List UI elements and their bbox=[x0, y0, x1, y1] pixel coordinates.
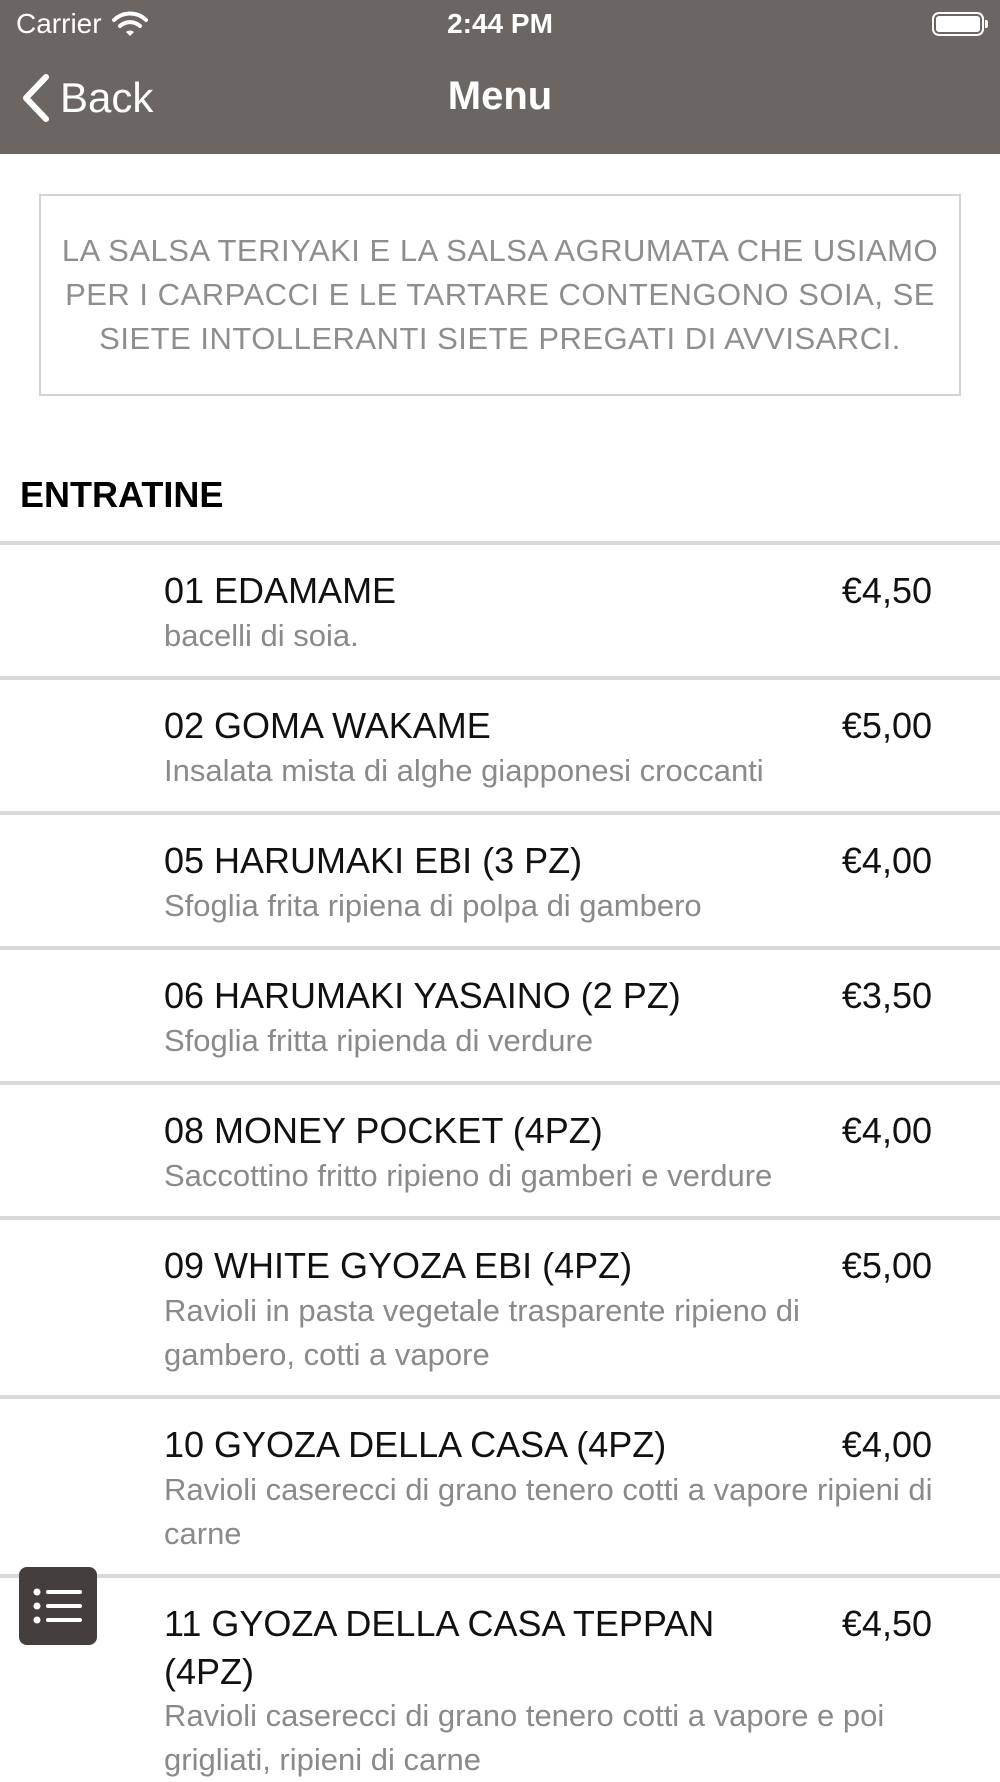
item-description: Sfoglia frita ripiena di polpa di gamber… bbox=[164, 888, 702, 923]
item-price: €5,00 bbox=[841, 705, 932, 746]
item-description: Saccottino fritto ripieno di gamberi e v… bbox=[164, 1158, 773, 1193]
item-description: Ravioli caserecci di grano tenero cotti … bbox=[164, 1698, 885, 1777]
menu-item[interactable]: 02 GOMA WAKAME €5,00 Insalata mista di a… bbox=[0, 680, 1000, 811]
item-description: Ravioli in pasta vegetale trasparente ri… bbox=[164, 1293, 800, 1372]
status-time: 2:44 PM bbox=[447, 8, 553, 39]
menu-categories-button[interactable] bbox=[19, 1567, 97, 1645]
item-price: €4,00 bbox=[841, 840, 932, 881]
item-price: €4,00 bbox=[841, 1424, 932, 1465]
top-bar: Carrier 2:44 PM Back Menu bbox=[0, 0, 1000, 154]
item-name: 01 EDAMAME bbox=[164, 570, 397, 611]
item-price: €4,00 bbox=[841, 1110, 932, 1151]
item-price: €4,50 bbox=[841, 570, 932, 611]
item-name: 11 GYOZA DELLA CASA TEPPAN (4PZ) bbox=[164, 1603, 715, 1692]
menu-item[interactable]: 05 HARUMAKI EBI (3 PZ) €4,00 Sfoglia fri… bbox=[0, 815, 1000, 946]
menu-item[interactable]: 01 EDAMAME €4,50 bacelli di soia. bbox=[0, 545, 1000, 676]
item-name: 09 WHITE GYOZA EBI (4PZ) bbox=[164, 1245, 633, 1286]
item-price: €4,50 bbox=[841, 1603, 932, 1644]
item-name: 08 MONEY POCKET (4PZ) bbox=[164, 1110, 603, 1151]
battery-icon bbox=[932, 12, 988, 36]
item-name: 10 GYOZA DELLA CASA (4PZ) bbox=[164, 1424, 667, 1465]
item-name: 02 GOMA WAKAME bbox=[164, 705, 491, 746]
item-description: Insalata mista di alghe giapponesi crocc… bbox=[164, 753, 764, 788]
status-bar: Carrier 2:44 PM bbox=[0, 0, 1000, 50]
allergy-notice: LA SALSA TERIYAKI E LA SALSA AGRUMATA CH… bbox=[39, 194, 961, 396]
item-price: €5,00 bbox=[841, 1245, 932, 1286]
navigation-bar: Back Menu bbox=[0, 62, 1000, 140]
menu-item[interactable]: 09 WHITE GYOZA EBI (4PZ) €5,00 Ravioli i… bbox=[0, 1220, 1000, 1395]
item-description: Ravioli caserecci di grano tenero cotti … bbox=[164, 1472, 933, 1551]
item-description: bacelli di soia. bbox=[164, 618, 359, 653]
section-title: ENTRATINE bbox=[20, 474, 224, 515]
item-price: €3,50 bbox=[841, 975, 932, 1016]
item-description: Sfoglia fritta ripienda di verdure bbox=[164, 1023, 594, 1058]
list-icon bbox=[33, 1588, 82, 1624]
menu-item[interactable]: 08 MONEY POCKET (4PZ) €4,00 Saccottino f… bbox=[0, 1085, 1000, 1216]
page-title: Menu bbox=[447, 74, 553, 118]
menu-item[interactable]: 10 GYOZA DELLA CASA (4PZ) €4,00 Ravioli … bbox=[0, 1399, 1000, 1574]
menu-item[interactable]: 06 HARUMAKI YASAINO (2 PZ) €3,50 Sfoglia… bbox=[0, 950, 1000, 1081]
allergy-notice-text: LA SALSA TERIYAKI E LA SALSA AGRUMATA CH… bbox=[61, 233, 939, 356]
menu-item[interactable]: 11 GYOZA DELLA CASA TEPPAN (4PZ) €4,50 R… bbox=[0, 1578, 1000, 1778]
item-name: 05 HARUMAKI EBI (3 PZ) bbox=[164, 840, 583, 881]
item-name: 06 HARUMAKI YASAINO (2 PZ) bbox=[164, 975, 681, 1016]
